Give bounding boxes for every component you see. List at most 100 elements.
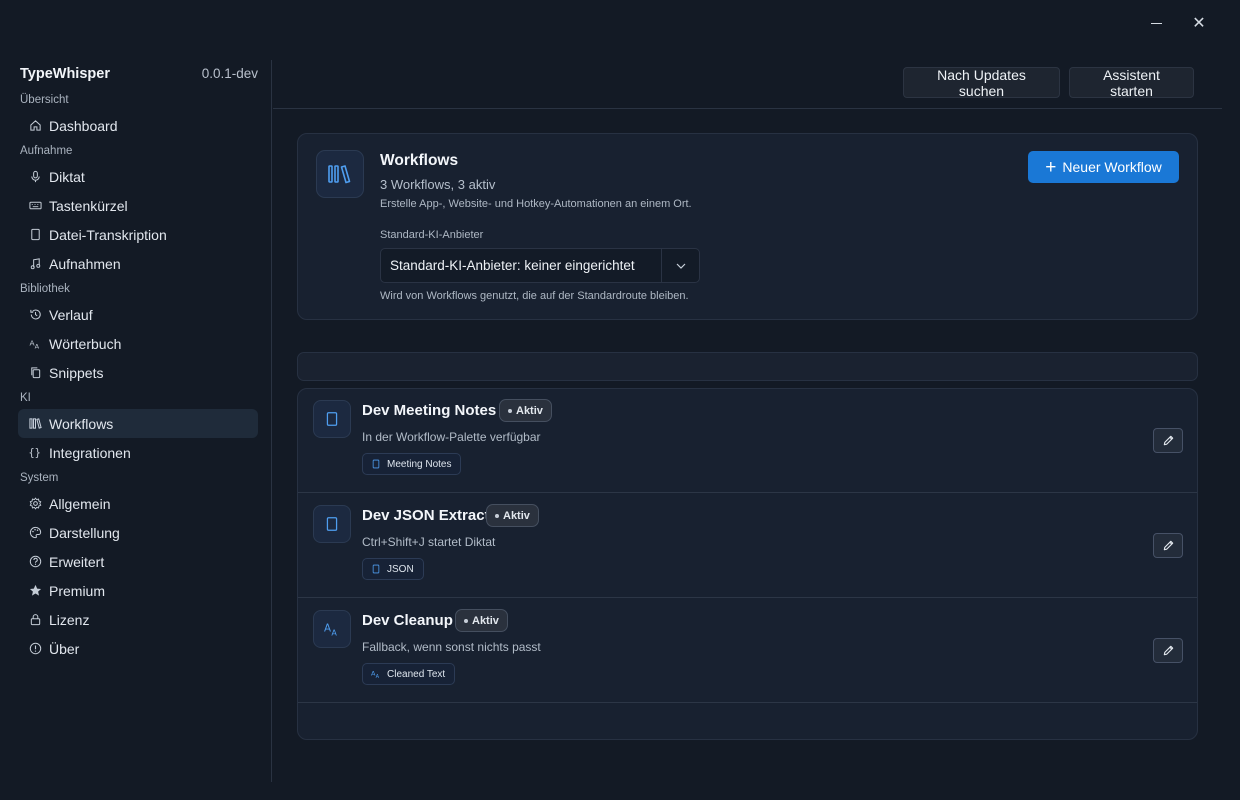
output-chip: JSON (362, 558, 424, 580)
palette-icon (28, 526, 42, 540)
sidebar-item-premium[interactable]: Premium (18, 576, 258, 605)
workflow-row[interactable]: Dev Meeting Notes Aktiv In der Workflow-… (298, 389, 1197, 493)
keyboard-icon (28, 199, 42, 213)
chip-label: Meeting Notes (387, 458, 452, 470)
plus-icon: + (1045, 156, 1057, 178)
provider-select-value: Standard-KI-Anbieter: keiner eingerichte… (390, 258, 635, 273)
sidebar-item-wörterbuch[interactable]: A A Wörterbuch (18, 329, 258, 358)
chevron-down-icon[interactable] (661, 249, 699, 282)
nav-section-heading: Übersicht (20, 94, 69, 106)
new-workflow-button[interactable]: + Neuer Workflow (1028, 151, 1179, 183)
new-workflow-label: Neuer Workflow (1062, 159, 1162, 175)
sidebar-item-label: Wörterbuch (49, 335, 122, 352)
sidebar-item-lizenz[interactable]: Lizenz (18, 605, 258, 634)
info-icon (28, 642, 42, 656)
output-chip: Meeting Notes (362, 453, 462, 475)
status-badge: Aktiv (455, 609, 508, 632)
sidebar-item-allgemein[interactable]: Allgemein (18, 489, 258, 518)
library-icon (316, 150, 364, 198)
sidebar-item-aufnahmen[interactable]: Aufnahmen (18, 249, 258, 278)
sidebar-item-dashboard[interactable]: Dashboard (18, 111, 258, 140)
lock-icon (28, 613, 42, 627)
chip-label: Cleaned Text (387, 668, 446, 680)
pencil-icon (1163, 435, 1173, 446)
svg-text:A: A (324, 622, 331, 634)
provider-label: Standard-KI-Anbieter (380, 229, 484, 241)
sidebar-item-label: Workflows (49, 415, 114, 432)
minimize-icon[interactable] (1145, 12, 1167, 34)
sidebar-item-verlauf[interactable]: Verlauf (18, 300, 258, 329)
svg-text:{}: {} (29, 448, 41, 459)
sidebar-item-darstellung[interactable]: Darstellung (18, 518, 258, 547)
pencil-icon (1163, 540, 1173, 551)
sidebar-item-label: Darstellung (49, 524, 120, 541)
edit-workflow-button[interactable] (1153, 428, 1183, 453)
pencil-icon (1163, 645, 1173, 656)
history-icon (28, 308, 42, 322)
page-description: Erstelle App-, Website- und Hotkey-Autom… (380, 198, 692, 210)
sidebar-item-über[interactable]: Über (18, 634, 258, 663)
sidebar-item-label: Dashboard (49, 117, 118, 134)
music-note-icon (28, 257, 42, 271)
nav-section-heading: Bibliothek (20, 283, 70, 295)
home-icon (28, 119, 42, 133)
status-label: Aktiv (516, 404, 543, 417)
sidebar-item-snippets[interactable]: Snippets (18, 358, 258, 387)
workflow-count: 3 Workflows, 3 aktiv (380, 177, 496, 192)
nav-section-heading: Aufnahme (20, 145, 73, 157)
sidebar-item-label: Über (49, 640, 80, 657)
edit-workflow-button[interactable] (1153, 638, 1183, 663)
workflow-name: Dev Cleanup (362, 612, 453, 629)
sidebar-item-tastenkürzel[interactable]: Tastenkürzel (18, 191, 258, 220)
status-label: Aktiv (503, 509, 530, 522)
braces-icon: {} (28, 446, 42, 460)
svg-text:A: A (376, 674, 380, 679)
sidebar-item-datei-transkription[interactable]: Datei-Transkription (18, 220, 258, 249)
sidebar-item-label: Diktat (49, 168, 85, 185)
help-circle-icon (28, 555, 42, 569)
provider-select[interactable]: Standard-KI-Anbieter: keiner eingerichte… (380, 248, 700, 283)
top-bar: Nach Updates suchen Assistent starten (273, 60, 1222, 109)
svg-text:A: A (331, 628, 337, 637)
workflow-list: Dev Meeting Notes Aktiv In der Workflow-… (297, 388, 1198, 740)
workflow-row[interactable]: Dev JSON Extract Aktiv Ctrl+Shift+J star… (298, 494, 1197, 598)
chip-label: JSON (387, 563, 414, 575)
workflow-name: Dev Meeting Notes (362, 402, 497, 419)
gear-icon (28, 497, 42, 511)
app-header: TypeWhisper 0.0.1-dev (20, 66, 258, 82)
filter-bar[interactable] (297, 352, 1198, 381)
sidebar: TypeWhisper 0.0.1-dev Übersicht Dashboard… (0, 60, 272, 782)
check-updates-button[interactable]: Nach Updates suchen (903, 67, 1060, 99)
nav-section-heading: KI (20, 392, 31, 404)
close-icon[interactable]: ✕ (1188, 12, 1210, 34)
sidebar-item-label: Aufnahmen (49, 255, 121, 272)
sidebar-item-label: Allgemein (49, 495, 111, 512)
nav-section-heading: System (20, 472, 59, 484)
output-chip: AA Cleaned Text (362, 663, 456, 685)
sidebar-item-label: Premium (49, 582, 106, 599)
sidebar-item-label: Datei-Transkription (49, 226, 167, 243)
sidebar-item-workflows[interactable]: Workflows (18, 409, 258, 438)
status-label: Aktiv (472, 614, 499, 627)
svg-text:A: A (34, 343, 39, 350)
workflow-row[interactable]: AA Dev Cleanup Aktiv Fallback, wenn sons… (298, 599, 1197, 703)
sidebar-item-erweitert[interactable]: Erweitert (18, 547, 258, 576)
status-dot-icon (508, 408, 512, 413)
sidebar-item-label: Snippets (49, 364, 104, 381)
document-icon (371, 564, 381, 574)
workflow-description: Fallback, wenn sonst nichts passt (362, 640, 541, 654)
page-title: Workflows (380, 152, 459, 169)
app-version: 0.0.1-dev (201, 66, 258, 81)
library-icon (28, 417, 42, 431)
sidebar-item-label: Tastenkürzel (49, 197, 128, 214)
sidebar-item-diktat[interactable]: Diktat (18, 162, 258, 191)
start-assistant-button[interactable]: Assistent starten (1069, 67, 1194, 99)
sidebar-item-label: Lizenz (49, 611, 90, 628)
sidebar-item-label: Erweitert (49, 553, 105, 570)
microphone-icon (28, 170, 42, 184)
edit-workflow-button[interactable] (1153, 533, 1183, 558)
star-icon (28, 584, 42, 598)
copy-icon (28, 366, 42, 380)
sidebar-item-integrationen[interactable]: {} Integrationen (18, 438, 258, 467)
sidebar-nav: Übersicht Dashboard Aufnahme Diktat Tastenkü… (18, 89, 258, 663)
